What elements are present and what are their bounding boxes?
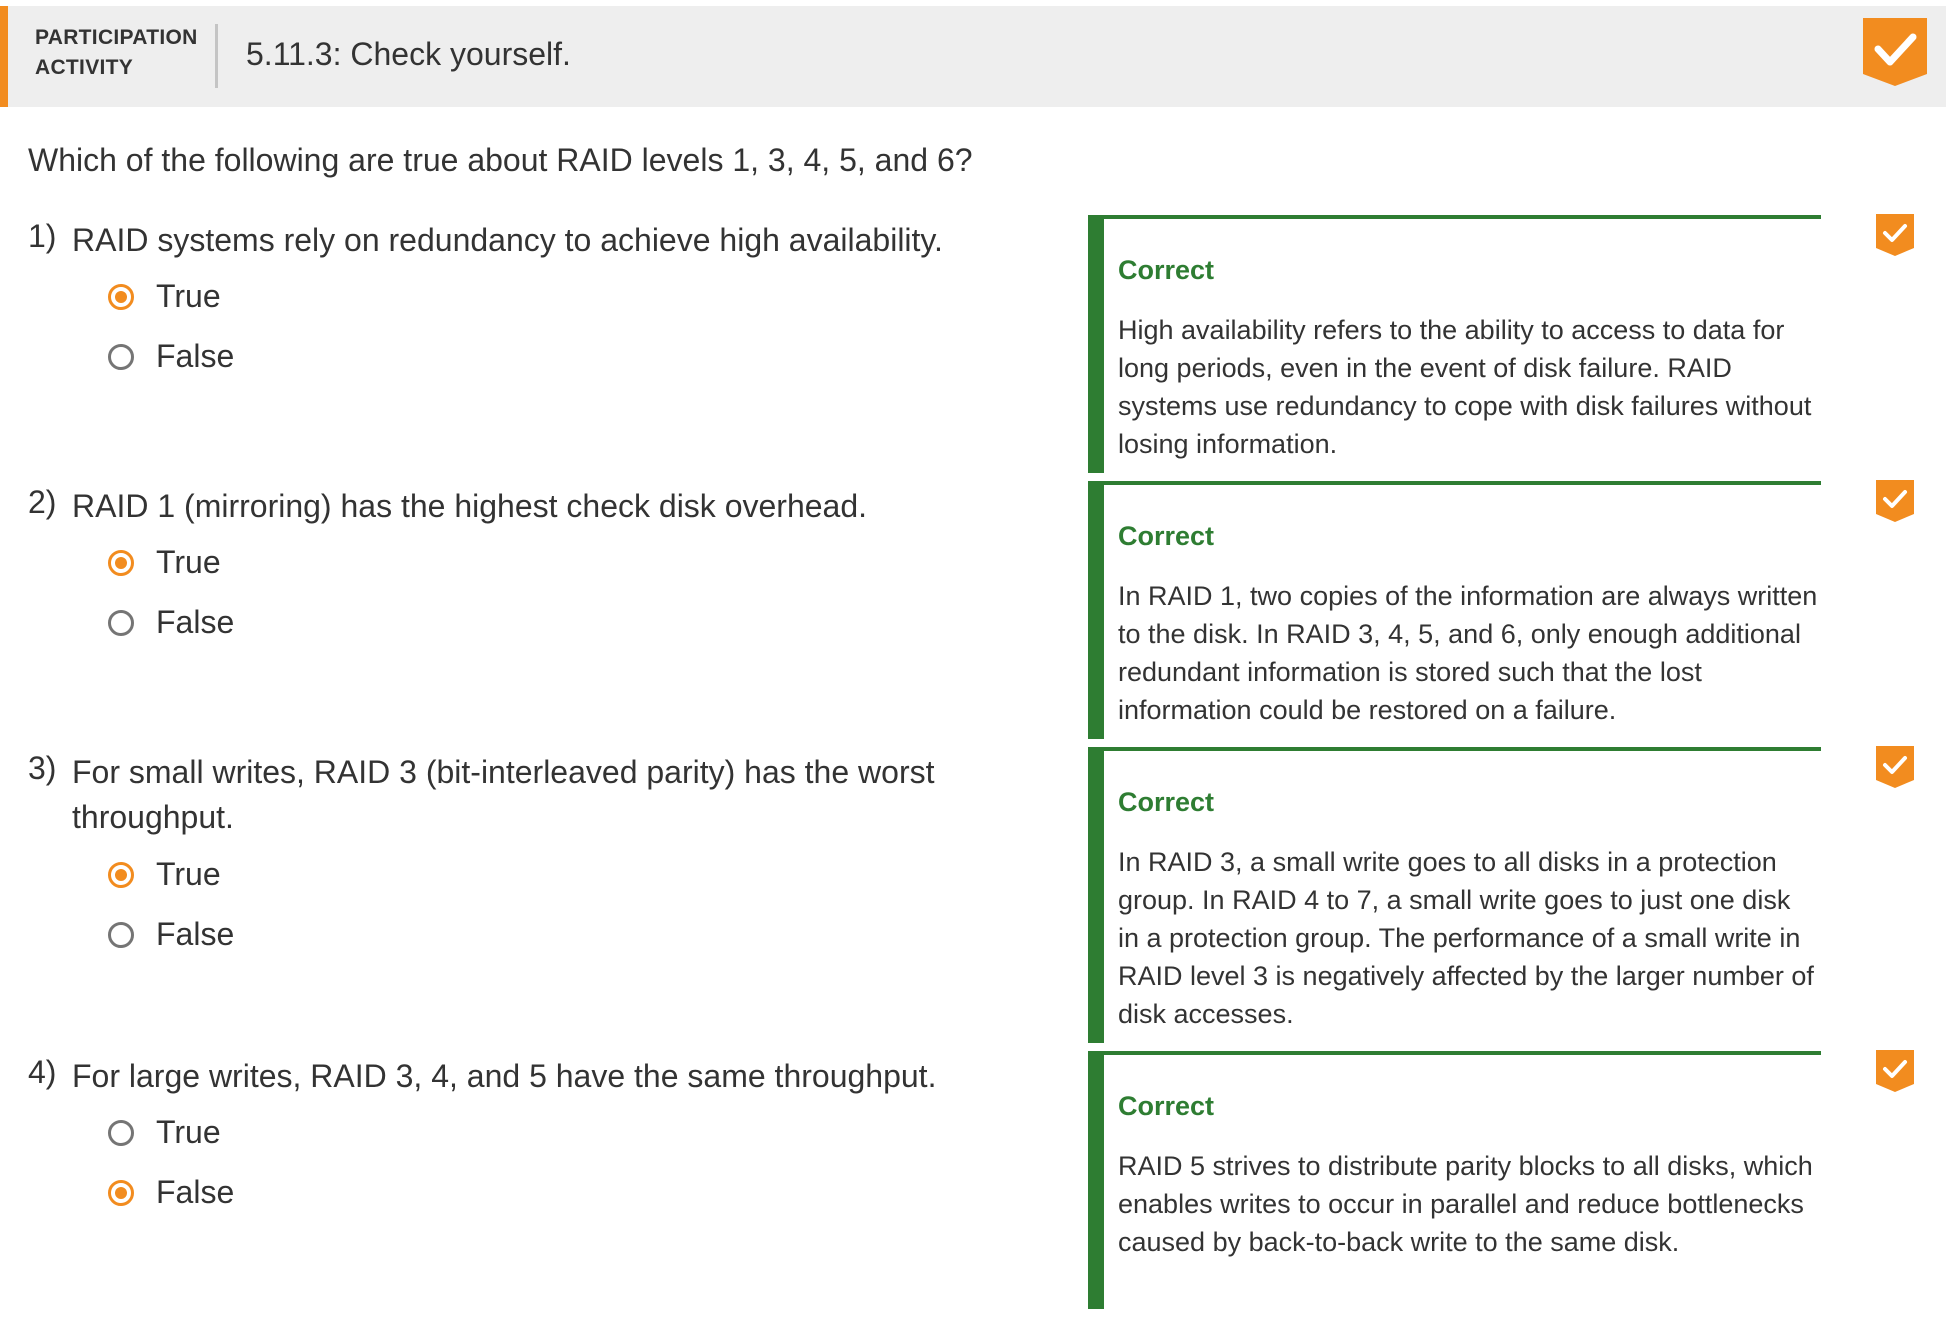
question-number: 3) (28, 750, 57, 786)
radio-unselected[interactable] (108, 1120, 134, 1146)
question-2-check-icon (1876, 480, 1914, 522)
header-label-line2: ACTIVITY (35, 56, 134, 79)
question-1-check-icon (1876, 214, 1914, 256)
feedback-text: In RAID 3, a small write goes to all dis… (1118, 847, 1814, 1029)
header-accent-bar (0, 6, 8, 107)
feedback-panel-4: Correct RAID 5 strives to distribute par… (1088, 1051, 1821, 1309)
radio-unselected[interactable] (108, 344, 134, 370)
checkmark-icon (1863, 18, 1927, 86)
feedback-title: Correct (1118, 1091, 1215, 1121)
participation-activity-label: PARTICIPATION ACTIVITY (35, 23, 205, 83)
question-text: RAID systems rely on redundancy to achie… (72, 222, 943, 258)
radio-selected[interactable] (108, 550, 134, 576)
option-label[interactable]: False (156, 916, 234, 953)
feedback-panel-3: Correct In RAID 3, a small write goes to… (1088, 747, 1821, 1043)
question-number: 4) (28, 1054, 57, 1090)
header-divider (215, 24, 218, 88)
feedback-title: Correct (1118, 255, 1215, 285)
option-label[interactable]: True (156, 544, 221, 581)
radio-selected[interactable] (108, 1180, 134, 1206)
feedback-title: Correct (1118, 521, 1215, 551)
radio-selected[interactable] (108, 284, 134, 310)
question-prompt: Which of the following are true about RA… (28, 142, 973, 178)
option-label[interactable]: True (156, 856, 221, 893)
feedback-text: In RAID 1, two copies of the information… (1118, 581, 1818, 725)
radio-selected[interactable] (108, 862, 134, 888)
option-label[interactable]: False (156, 604, 234, 641)
question-text: For large writes, RAID 3, 4, and 5 have … (72, 1058, 937, 1094)
feedback-title: Correct (1118, 787, 1215, 817)
activity-title: 5.11.3: Check yourself. (246, 36, 571, 72)
feedback-text: RAID 5 strives to distribute parity bloc… (1118, 1151, 1813, 1257)
feedback-panel-1: Correct High availability refers to the … (1088, 215, 1821, 473)
question-number: 2) (28, 484, 57, 520)
feedback-panel-2: Correct In RAID 1, two copies of the inf… (1088, 481, 1821, 739)
option-label[interactable]: True (156, 278, 221, 315)
feedback-text: High availability refers to the ability … (1118, 315, 1812, 459)
radio-unselected[interactable] (108, 610, 134, 636)
question-3-check-icon (1876, 746, 1914, 788)
option-label[interactable]: False (156, 1174, 234, 1211)
question-text: RAID 1 (mirroring) has the highest check… (72, 488, 868, 524)
question-number: 1) (28, 218, 57, 254)
option-label[interactable]: True (156, 1114, 221, 1151)
activity-header: PARTICIPATION ACTIVITY 5.11.3: Check you… (0, 6, 1946, 107)
option-label[interactable]: False (156, 338, 234, 375)
header-label-line1: PARTICIPATION (35, 26, 198, 49)
question-text: For small writes, RAID 3 (bit-interleave… (72, 754, 935, 835)
question-4-check-icon (1876, 1050, 1914, 1092)
radio-unselected[interactable] (108, 922, 134, 948)
